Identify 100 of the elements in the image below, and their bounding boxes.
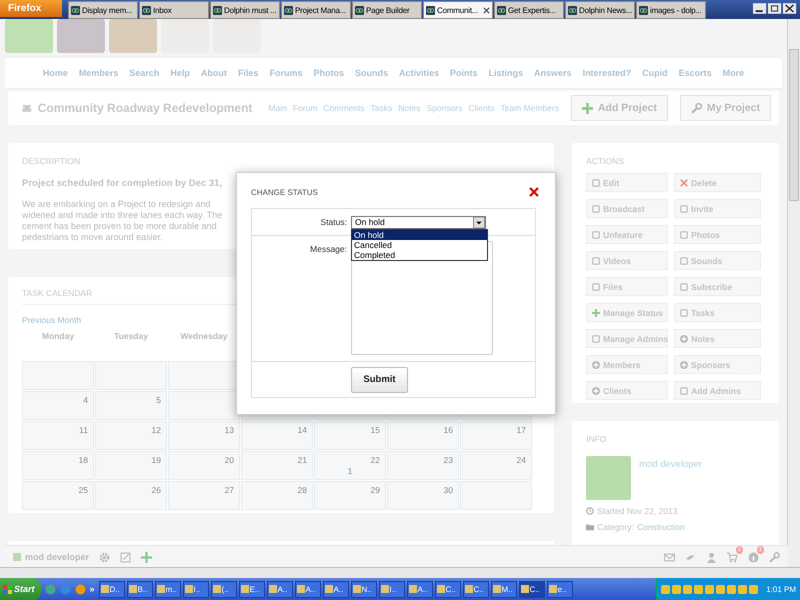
taskbar-button[interactable]: I.. bbox=[182, 580, 209, 598]
calendar-cell[interactable]: 17 bbox=[460, 421, 532, 450]
header-button[interactable]: My Project bbox=[680, 95, 771, 121]
user-icon[interactable] bbox=[706, 552, 717, 562]
photo-placeholder[interactable] bbox=[109, 19, 157, 53]
project-tab-link[interactable]: Notes bbox=[398, 103, 420, 113]
more-chevron[interactable]: » bbox=[90, 584, 95, 594]
browser-tab[interactable]: Get Expertis... bbox=[494, 1, 564, 19]
firefox-menu-button[interactable]: Firefox bbox=[0, 0, 62, 17]
nav-link[interactable]: Points bbox=[450, 68, 478, 78]
mail-icon[interactable] bbox=[664, 552, 675, 562]
quick-launch-icon[interactable] bbox=[74, 584, 86, 594]
vertical-scrollbar[interactable] bbox=[787, 19, 800, 567]
nav-link[interactable]: Members bbox=[78, 68, 118, 78]
cart-icon[interactable] bbox=[727, 552, 738, 562]
calendar-cell[interactable]: 13 bbox=[168, 421, 240, 450]
nav-link[interactable]: Photos bbox=[313, 68, 344, 78]
nav-link[interactable]: Interested? bbox=[582, 68, 632, 78]
gear-icon[interactable] bbox=[99, 552, 110, 562]
category-link[interactable]: Construction bbox=[636, 522, 685, 532]
taskbar-button[interactable]: B.. bbox=[126, 580, 153, 598]
avatar-placeholder[interactable] bbox=[5, 19, 53, 53]
calendar-cell[interactable]: 12 bbox=[95, 421, 167, 450]
toolbar-username[interactable]: mod developer bbox=[25, 552, 90, 562]
calendar-cell[interactable] bbox=[95, 361, 167, 390]
close-icon[interactable] bbox=[529, 187, 539, 197]
nav-link[interactable]: More bbox=[722, 68, 744, 78]
wrench-icon[interactable] bbox=[769, 552, 780, 562]
nav-link[interactable]: Escorts bbox=[678, 68, 712, 78]
calendar-cell[interactable]: 11 bbox=[22, 421, 94, 450]
nav-link[interactable]: Listings bbox=[488, 68, 524, 78]
dropdown-option[interactable]: On hold bbox=[352, 230, 487, 240]
taskbar-button[interactable]: m.. bbox=[154, 580, 181, 598]
calendar-cell[interactable]: 14 bbox=[241, 421, 313, 450]
browser-tab[interactable]: Communit... bbox=[423, 1, 493, 19]
dropdown-option[interactable]: Completed bbox=[352, 250, 487, 260]
calendar-cell[interactable] bbox=[168, 391, 240, 420]
start-button[interactable]: Start bbox=[0, 578, 41, 600]
calendar-cell[interactable]: 4 bbox=[22, 391, 94, 420]
browser-tab[interactable]: Dolphin must ... bbox=[210, 1, 280, 19]
calendar-cell[interactable]: 29 bbox=[314, 481, 386, 510]
nav-link[interactable]: Home bbox=[42, 68, 68, 78]
browser-tab[interactable]: Inbox bbox=[139, 1, 209, 19]
taskbar-button[interactable]: (.. bbox=[210, 580, 237, 598]
avatar-placeholder[interactable] bbox=[57, 19, 105, 53]
browser-tab[interactable]: Display mem... bbox=[68, 1, 138, 19]
taskbar-button[interactable]: C.. bbox=[434, 580, 461, 598]
taskbar-button[interactable]: A.. bbox=[294, 580, 321, 598]
dropdown-option[interactable]: Cancelled bbox=[352, 240, 487, 250]
calendar-cell[interactable]: 27 bbox=[168, 481, 240, 510]
close-icon[interactable] bbox=[483, 6, 490, 14]
browser-tab[interactable]: Project Mana... bbox=[281, 1, 351, 19]
photo-placeholder[interactable] bbox=[213, 19, 261, 53]
header-button[interactable]: Add Project bbox=[570, 95, 668, 121]
taskbar-button[interactable]: N.. bbox=[350, 580, 377, 598]
project-tab-link[interactable]: Main bbox=[268, 103, 287, 113]
nav-link[interactable]: Activities bbox=[398, 68, 439, 78]
nav-link[interactable]: Forums bbox=[269, 68, 302, 78]
taskbar-button[interactable]: C.. bbox=[462, 580, 489, 598]
taskbar-button[interactable]: I.. bbox=[378, 580, 405, 598]
calendar-cell[interactable]: 16 bbox=[387, 421, 459, 450]
task-count[interactable]: 1 bbox=[315, 466, 385, 476]
taskbar-button[interactable]: A.. bbox=[266, 580, 293, 598]
calendar-cell[interactable]: 25 bbox=[22, 481, 94, 510]
project-tab-link[interactable]: Forum bbox=[292, 103, 318, 113]
plus-icon[interactable] bbox=[141, 552, 152, 562]
submit-button[interactable]: Submit bbox=[351, 366, 408, 392]
taskbar-button[interactable]: M.. bbox=[490, 580, 517, 598]
taskbar-button[interactable]: A.. bbox=[406, 580, 433, 598]
nav-link[interactable]: Answers bbox=[534, 68, 572, 78]
calendar-cell[interactable]: 30 bbox=[387, 481, 459, 510]
calendar-cell[interactable]: 15 bbox=[314, 421, 386, 450]
nav-link[interactable]: Help bbox=[170, 68, 190, 78]
browser-tab[interactable]: Page Builder bbox=[352, 1, 422, 19]
project-tab-link[interactable]: Comments bbox=[323, 103, 365, 113]
taskbar-button[interactable]: E.. bbox=[238, 580, 265, 598]
browser-tab[interactable]: Dolphin News... bbox=[565, 1, 635, 19]
window-controls-icon[interactable] bbox=[753, 3, 797, 14]
horizontal-scrollbar[interactable] bbox=[0, 567, 800, 578]
calendar-cell[interactable]: 28 bbox=[241, 481, 313, 510]
info-icon[interactable] bbox=[748, 552, 759, 562]
project-tab-link[interactable]: Team Members bbox=[500, 103, 559, 113]
calendar-cell[interactable] bbox=[460, 481, 532, 510]
project-tab-link[interactable]: Clients bbox=[468, 103, 494, 113]
avatar-placeholder[interactable] bbox=[586, 456, 632, 500]
nav-link[interactable]: Cupid bbox=[642, 68, 668, 78]
calendar-cell[interactable]: 22 1 bbox=[314, 451, 386, 480]
edit-icon[interactable] bbox=[120, 552, 132, 562]
nav-link[interactable]: Sounds bbox=[354, 68, 388, 78]
quick-launch-icon[interactable] bbox=[44, 584, 56, 594]
taskbar-button[interactable]: D.. bbox=[98, 580, 125, 598]
project-tab-link[interactable]: Sponsors bbox=[426, 103, 462, 113]
nav-link[interactable]: Search bbox=[129, 68, 160, 78]
status-select[interactable]: On hold bbox=[351, 216, 486, 228]
calendar-cell[interactable]: 20 bbox=[168, 451, 240, 480]
calendar-cell[interactable]: 19 bbox=[95, 451, 167, 480]
nav-link[interactable]: About bbox=[200, 68, 227, 78]
photo-placeholder[interactable] bbox=[161, 19, 209, 53]
nav-link[interactable]: Files bbox=[238, 68, 258, 78]
browser-tab[interactable]: images - dolp... bbox=[636, 1, 706, 19]
